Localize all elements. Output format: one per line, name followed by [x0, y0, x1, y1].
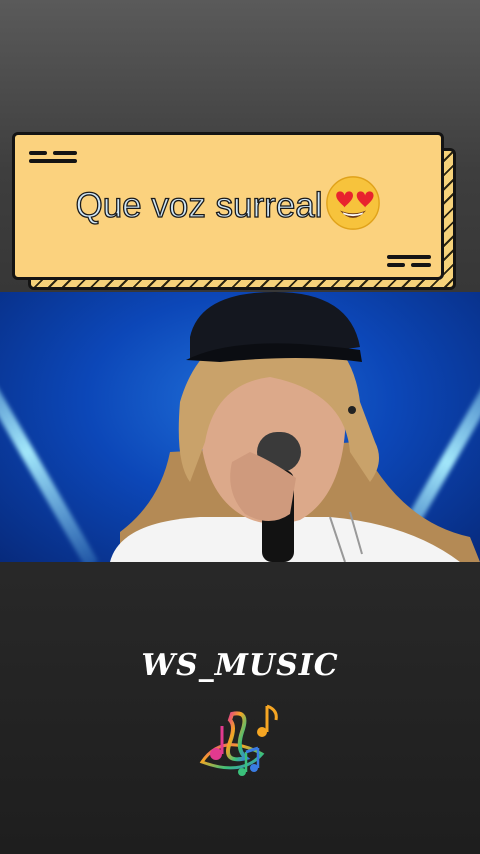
performance-video[interactable]	[0, 292, 480, 562]
heart-eyes-emoji-icon	[325, 176, 380, 230]
caption-box: Que voz surreal	[12, 132, 444, 280]
caption-text: Que voz surreal	[75, 185, 323, 225]
caption-headline: Que voz surreal	[15, 175, 441, 231]
caption-dash	[387, 263, 405, 267]
caption-dash	[29, 151, 47, 155]
channel-name: WS_MUSIC	[141, 648, 339, 683]
caption-dash	[53, 151, 77, 155]
singer-with-microphone-icon	[110, 292, 480, 562]
music-notes-icon	[199, 704, 278, 776]
caption-dash	[29, 159, 77, 163]
caption-dash	[411, 263, 431, 267]
caption-card: Que voz surreal	[12, 132, 460, 298]
caption-dash	[387, 255, 431, 259]
